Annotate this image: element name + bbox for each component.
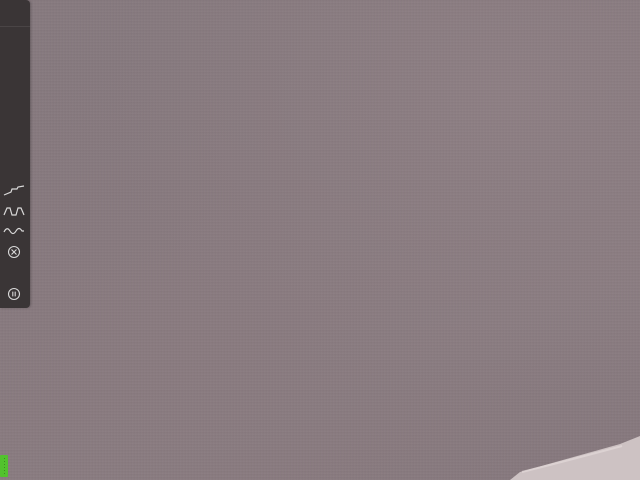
status-badge-text: ......	[1, 456, 7, 475]
random-cross-circle-icon	[7, 245, 21, 259]
tool-panel	[0, 0, 30, 308]
square-wave-icon	[3, 207, 25, 216]
random-cross-button[interactable]	[2, 244, 26, 260]
square-wave-button[interactable]	[2, 203, 26, 219]
pause-button[interactable]	[2, 286, 26, 302]
sine-wave-button[interactable]	[2, 223, 26, 239]
couch-edge	[510, 436, 640, 480]
ramp-wave-icon	[3, 185, 25, 196]
status-badge: ......	[0, 455, 8, 477]
panel-divider	[0, 26, 30, 27]
pause-circle-icon	[7, 287, 21, 301]
camera-viewport: ......	[0, 0, 640, 480]
ramp-wave-button[interactable]	[2, 183, 26, 199]
sine-wave-icon	[3, 227, 24, 235]
